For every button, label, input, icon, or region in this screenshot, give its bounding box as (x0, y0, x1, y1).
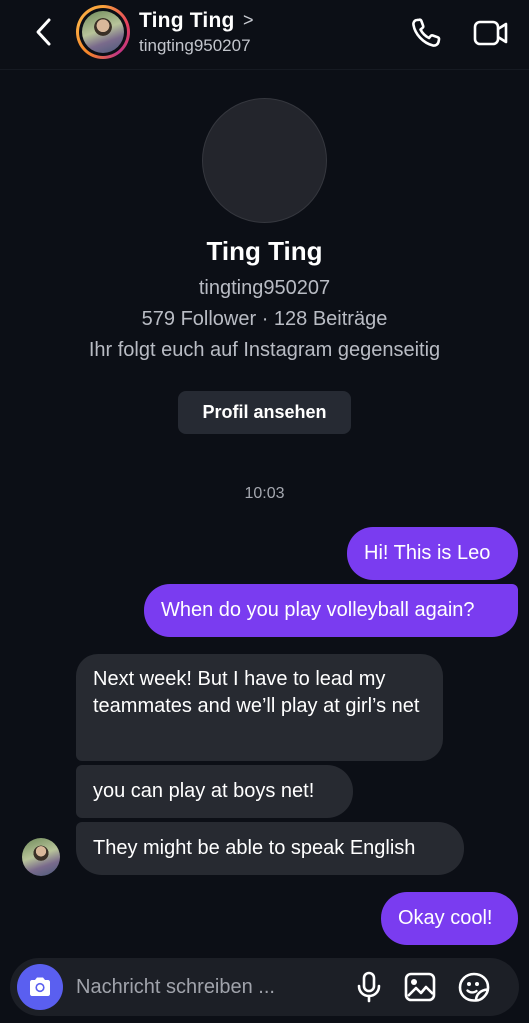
contact-name[interactable]: Ting Ting (139, 9, 235, 33)
sender-avatar[interactable] (22, 838, 60, 876)
profile-stats: 579 Follower · 128 Beiträge (141, 308, 388, 330)
message-composer (10, 958, 519, 1016)
chat-header: Ting Ting > tingting950207 (0, 0, 529, 70)
message-bubble-outgoing[interactable]: Hi! This is Leo (347, 527, 518, 580)
call-button[interactable] (408, 15, 444, 51)
message-bubble-incoming[interactable]: They might be able to speak English (76, 822, 464, 875)
message-bubble-incoming[interactable]: Next week! But I have to lead my teammat… (76, 654, 443, 761)
profile-username: tingting950207 (198, 277, 331, 299)
gallery-button[interactable] (403, 971, 437, 1003)
profile-name: Ting Ting (206, 236, 323, 266)
message-bubble-outgoing[interactable]: When do you play volleyball again? (144, 584, 518, 637)
view-profile-button[interactable]: Profil ansehen (178, 391, 351, 434)
message-bubble-incoming[interactable]: you can play at boys net! (76, 765, 353, 818)
chevron-left-icon (36, 18, 51, 46)
message-input[interactable] (76, 972, 346, 1002)
message-bubble-outgoing[interactable]: Okay cool! (381, 892, 518, 945)
video-call-button[interactable] (472, 15, 510, 51)
sticker-button[interactable] (457, 971, 491, 1003)
phone-icon (412, 18, 441, 47)
microphone-icon (357, 971, 381, 1003)
chevron-right-icon[interactable]: > (243, 10, 254, 31)
avatar-photo (82, 11, 124, 53)
camera-button[interactable] (17, 964, 63, 1010)
message-timestamp: 10:03 (244, 485, 285, 502)
video-camera-icon (473, 20, 508, 46)
voice-message-button[interactable] (354, 971, 384, 1003)
image-icon (404, 972, 436, 1002)
mutual-follow-text: Ihr folgt euch auf Instagram gegenseitig (88, 339, 441, 361)
header-avatar[interactable] (76, 5, 130, 59)
back-button[interactable] (28, 14, 58, 50)
camera-icon (30, 977, 50, 996)
sticker-icon (458, 972, 490, 1002)
contact-username[interactable]: tingting950207 (139, 36, 251, 56)
profile-avatar-placeholder[interactable] (202, 98, 327, 223)
